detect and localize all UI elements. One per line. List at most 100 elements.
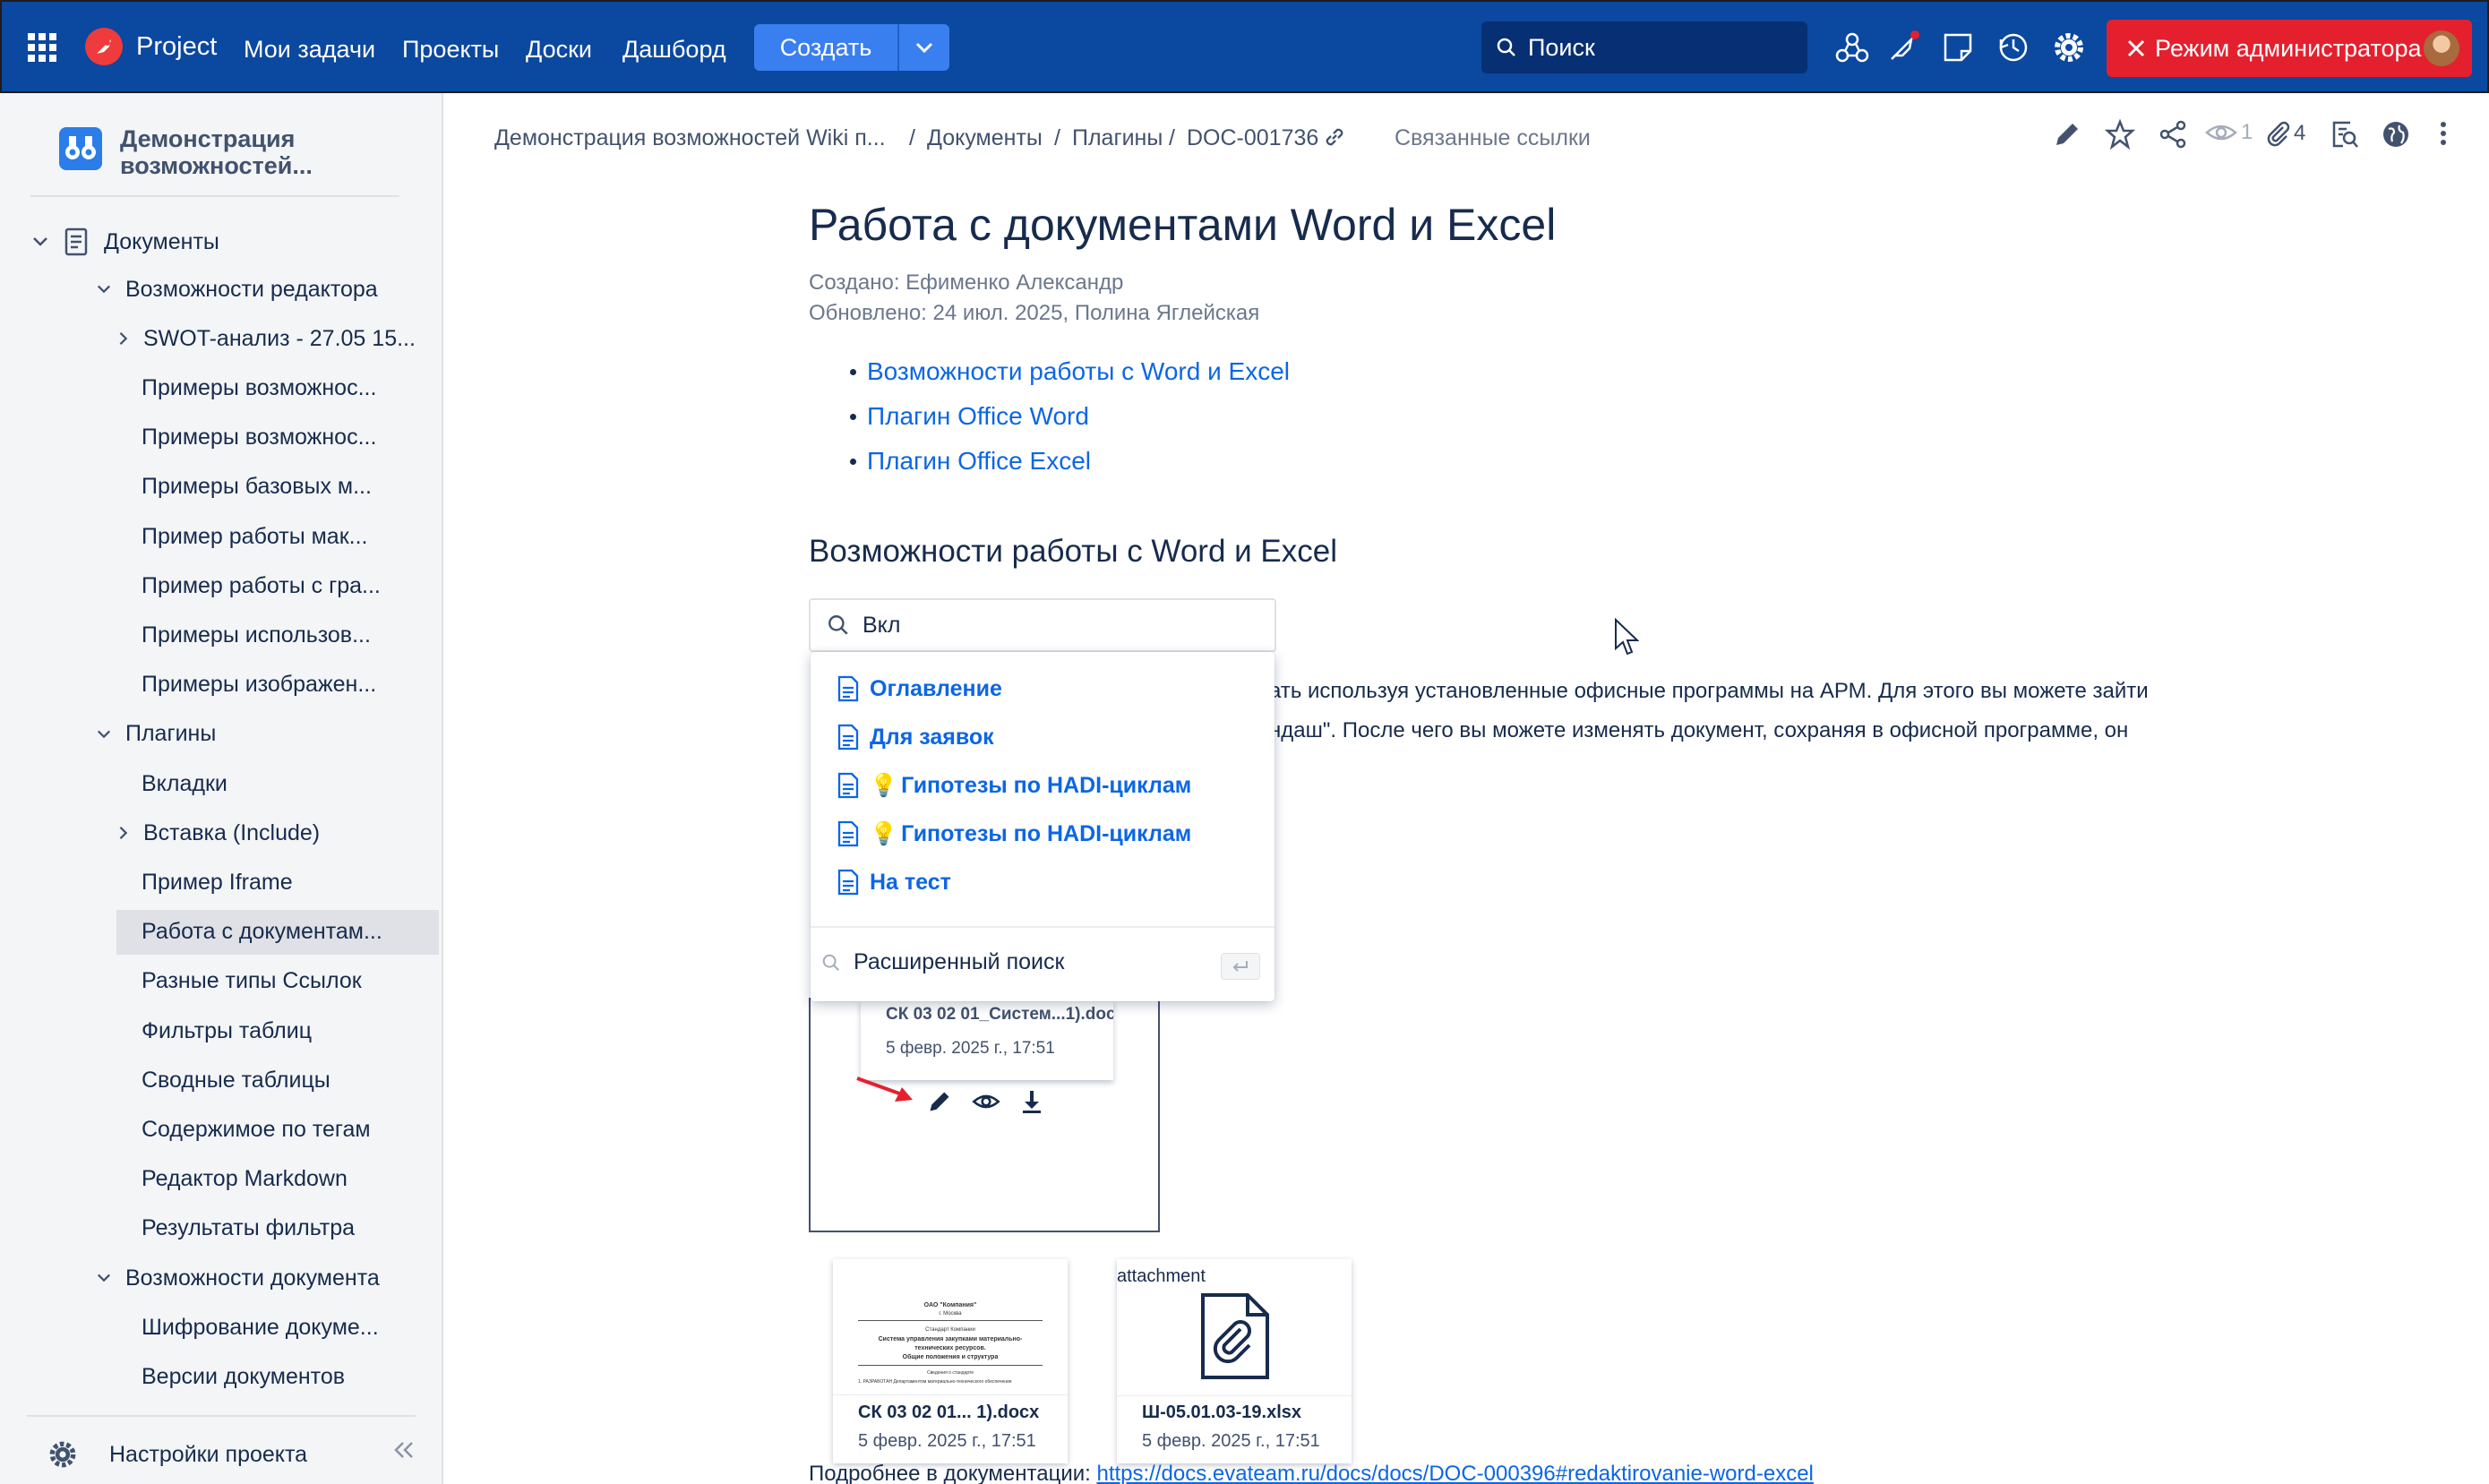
create-button[interactable]: Создать	[754, 24, 897, 71]
nav-boards[interactable]: Доски	[526, 36, 592, 64]
sidebar-item-label: Возможности редактора	[125, 276, 378, 302]
sidebar-item-label: Пример Iframe	[142, 869, 293, 895]
breadcrumb-space[interactable]: Демонстрация возможностей Wiki п...	[494, 125, 886, 151]
notes-icon[interactable]	[1942, 31, 1974, 64]
sidebar-item[interactable]: Разные типы Ссылок	[142, 965, 362, 999]
page-document-icon	[837, 675, 859, 702]
sidebar-item[interactable]: Возможности редактора	[97, 272, 378, 306]
search-result-item[interactable]: Для заявок	[837, 724, 994, 751]
more-options-icon[interactable]	[2438, 120, 2449, 147]
attachments-button[interactable]: 4	[2265, 120, 2305, 147]
sidebar-item[interactable]: Работа с документам...	[142, 915, 382, 949]
gear-icon	[47, 1438, 79, 1471]
eye-icon	[972, 1091, 1000, 1112]
project-settings-link[interactable]: Настройки проекта	[47, 1437, 307, 1472]
notifications-rocket-icon[interactable]	[1886, 29, 1922, 64]
search-result-text: 💡 Гипотезы по HADI-циклам	[870, 773, 1191, 799]
sidebar-item[interactable]: Вкладки	[142, 767, 227, 801]
sidebar-item[interactable]: Результаты фильтра	[142, 1212, 355, 1246]
integrations-icon[interactable]	[1834, 30, 1870, 66]
history-icon[interactable]	[1995, 30, 2030, 64]
nav-projects[interactable]: Проекты	[402, 36, 499, 64]
copy-link-icon[interactable]	[1323, 125, 1346, 149]
screenshot-file-name: СК 03 02 01_Систем...1).docx	[886, 1005, 1113, 1024]
space-title[interactable]: Демонстрация возможностей...	[120, 125, 313, 179]
page-document-icon	[837, 724, 859, 751]
document-search-icon[interactable]	[2330, 119, 2359, 150]
screenshot-file-card: СК 03 02 01_Систем...1).docx 5 февр. 202…	[861, 999, 1113, 1080]
global-search-input[interactable]: Поиск	[1481, 21, 1807, 73]
chevron-right-icon	[118, 331, 129, 346]
page-search-input[interactable]: Вкл	[809, 598, 1276, 652]
watchers-count: 1	[2241, 120, 2253, 144]
sidebar-item[interactable]: Примеры базовых м...	[142, 470, 372, 504]
embedded-screenshot: СК 03 02 01_Систем...1).docx 5 февр. 202…	[809, 998, 1160, 1232]
download-icon	[1020, 1089, 1043, 1114]
documentation-link[interactable]: https://docs.evateam.ru/docs/docs/DOC-00…	[1096, 1462, 1813, 1484]
brand-name: Project	[136, 31, 218, 61]
search-result-item[interactable]: На тест	[837, 869, 951, 896]
sidebar-item[interactable]: Содержимое по тегам	[142, 1112, 371, 1146]
sidebar-item[interactable]: SWOT-анализ - 27.05 15...	[118, 322, 416, 356]
settings-gear-icon[interactable]	[2051, 30, 2087, 65]
search-query: Вкл	[863, 612, 901, 638]
sidebar-bottom-divider	[27, 1415, 416, 1417]
sidebar-item[interactable]: Примеры возможнос...	[142, 371, 376, 405]
advanced-search-option[interactable]: Расширенный поиск	[821, 949, 1064, 975]
chevron-down-icon	[914, 41, 934, 54]
sidebar-item[interactable]: Фильтры таблиц	[142, 1014, 312, 1048]
section-heading: Возможности работы с Word и Excel	[809, 534, 1337, 569]
sidebar-item[interactable]: Примеры использов...	[142, 618, 371, 652]
related-links[interactable]: Связанные ссылки	[1395, 125, 1591, 151]
sidebar-item[interactable]: Редактор Markdown	[142, 1162, 348, 1197]
edit-pencil-icon[interactable]	[2053, 120, 2081, 149]
breadcrumb-documents[interactable]: Документы	[927, 125, 1043, 151]
sidebar-item[interactable]: Шифрование докуме...	[142, 1310, 379, 1344]
sidebar-item[interactable]: Плагины	[97, 717, 216, 751]
breadcrumb-separator: /	[1169, 125, 1175, 150]
sidebar-item-label: Содержимое по тегам	[142, 1116, 371, 1142]
attachment-card-xlsx[interactable]: attachment Ш-05.01.03-19.xlsx 5 февр. 20…	[1117, 1259, 1352, 1463]
preview-rule	[858, 1320, 1043, 1321]
sidebar-item[interactable]: Примеры изображен...	[142, 668, 376, 702]
sidebar-item[interactable]: Сводные таблицы	[142, 1063, 330, 1097]
bullet	[850, 368, 856, 375]
brand-logo[interactable]: Project	[84, 27, 217, 66]
space-logo-icon[interactable]	[59, 127, 102, 170]
sidebar-item[interactable]: Вставка (Include)	[118, 816, 320, 850]
nav-dashboard[interactable]: Дашборд	[622, 36, 726, 64]
share-icon[interactable]	[2158, 119, 2188, 150]
watchers-button[interactable]: 1	[2205, 120, 2253, 145]
search-result-label: На тест	[870, 869, 951, 895]
attachment-date: 5 февр. 2025 г., 17:51	[858, 1431, 1036, 1451]
admin-mode-button[interactable]: Режим администратора	[2107, 20, 2472, 77]
sidebar-item-label: SWOT-анализ - 27.05 15...	[143, 325, 416, 351]
sidebar-item[interactable]: Возможности документа	[97, 1261, 380, 1295]
chevron-down-icon	[97, 284, 111, 295]
app-grid-icon[interactable]	[27, 32, 57, 63]
sidebar-item[interactable]: Пример работы с гра...	[142, 569, 381, 603]
sidebar-root-documents[interactable]: Документы	[32, 226, 219, 258]
nav-my-tasks[interactable]: Мои задачи	[244, 36, 375, 64]
favorite-star-icon[interactable]	[2105, 119, 2135, 150]
card-divider	[1117, 1395, 1352, 1396]
sidebar-item[interactable]: Примеры возможнос...	[142, 421, 376, 455]
sidebar-item[interactable]: Пример Iframe	[142, 865, 293, 899]
sidebar-item-label: Разные типы Ссылок	[142, 968, 362, 994]
sidebar-item[interactable]: Пример работы мак...	[142, 519, 368, 553]
collapse-sidebar-icon[interactable]	[392, 1440, 416, 1460]
search-result-item[interactable]: Оглавление	[837, 675, 1002, 702]
search-result-item[interactable]: 💡 Гипотезы по HADI-циклам	[837, 820, 1191, 847]
search-result-item[interactable]: 💡 Гипотезы по HADI-циклам	[837, 772, 1191, 799]
breadcrumb-doc-id[interactable]: DOC-001736	[1187, 125, 1318, 151]
globe-icon[interactable]	[2382, 120, 2410, 149]
sidebar-item-label: Редактор Markdown	[142, 1166, 348, 1192]
create-dropdown-button[interactable]	[897, 24, 949, 71]
user-avatar[interactable]	[2424, 30, 2459, 66]
attachment-card-docx[interactable]: ОАО "Компания" г. Москва Стандарт Компан…	[833, 1259, 1068, 1463]
sidebar-item-label: Вставка (Include)	[143, 819, 321, 845]
sidebar-item[interactable]: Версии документов	[142, 1360, 345, 1394]
breadcrumb-plugins[interactable]: Плагины	[1072, 125, 1163, 151]
edit-pencil-icon	[927, 1089, 952, 1114]
admin-mode-label: Режим администратора	[2155, 34, 2422, 62]
